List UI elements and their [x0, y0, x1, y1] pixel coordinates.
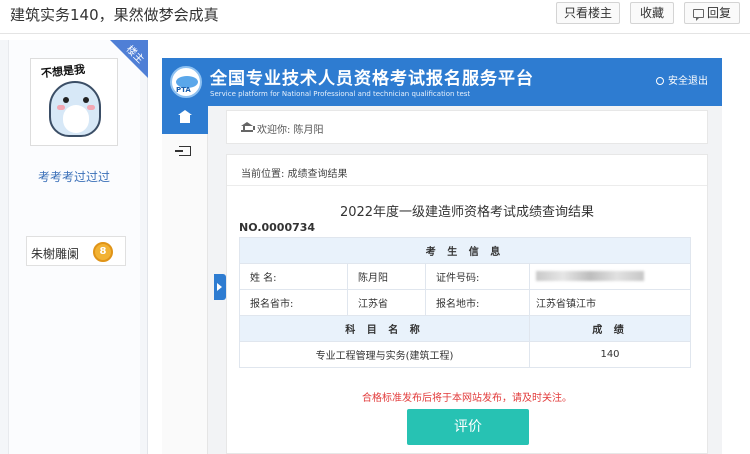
- favorite-button[interactable]: 收藏: [630, 2, 674, 24]
- only-author-button[interactable]: 只看楼主: [556, 2, 620, 24]
- nav-home[interactable]: [162, 106, 208, 134]
- home-icon: [178, 110, 192, 123]
- evaluate-button[interactable]: 评价: [407, 409, 529, 445]
- platform-subtitle: Service platform for National Profession…: [210, 90, 471, 98]
- score-header: 成 绩: [529, 315, 691, 342]
- user-column: 楼主 不想是我 考考考过过过 朱榭雕阑 8: [0, 40, 148, 454]
- candidate-info-header: 考 生 信 息: [239, 237, 691, 264]
- region-label: 报名地市:: [425, 289, 530, 316]
- level-name: 朱榭雕阑: [31, 247, 80, 261]
- notice-text: 合格标准发布后将于本网站发布，请及时关注。: [362, 393, 572, 404]
- result-title: 2022年度一级建造师资格考试成绩查询结果: [339, 205, 595, 220]
- sign-out-icon[interactable]: [175, 146, 191, 156]
- breadcrumb: 当前位置: 成绩查询结果: [241, 169, 348, 180]
- table-row: 科 目 名 称 成 绩: [239, 315, 691, 342]
- id-value-redacted: [529, 263, 691, 290]
- score-value: 140: [529, 341, 691, 368]
- region-value: 江苏省镇江市: [529, 289, 691, 316]
- result-screenshot: PTA 全国专业技术人员资格考试报名服务平台 Service platform …: [162, 58, 722, 454]
- id-label: 证件号码:: [425, 263, 530, 290]
- side-nav: [162, 106, 208, 454]
- result-table: 考 生 信 息 姓 名: 陈月阳 证件号码: 报名省市: 江苏省 报名地市: 江…: [239, 237, 691, 368]
- divider: [227, 185, 707, 186]
- welcome-text: 欢迎你: 陈月阳: [257, 125, 324, 136]
- redaction-blur: [536, 271, 644, 281]
- post-header: 建筑实务140，果然做梦会成真 只看楼主 收藏 回复: [0, 0, 750, 34]
- table-row: 报名省市: 江苏省 报名地市: 江苏省镇江市: [239, 289, 691, 316]
- sidebar-collapse-toggle[interactable]: [214, 274, 226, 300]
- avatar-caption: 不想是我: [40, 62, 86, 81]
- avatar-blush-right: [87, 105, 95, 110]
- province-value: 江苏省: [347, 289, 426, 316]
- platform-logo-icon: PTA: [170, 66, 202, 98]
- subject-name: 专业工程管理与实务(建筑工程): [239, 341, 530, 368]
- subject-header: 科 目 名 称: [239, 315, 530, 342]
- avatar-belly: [63, 105, 89, 133]
- serial-number: NO.0000734: [239, 221, 316, 234]
- name-label: 姓 名:: [239, 263, 348, 290]
- welcome-bar: 欢迎你: 陈月阳: [226, 110, 708, 144]
- institution-icon: [241, 122, 255, 132]
- user-level[interactable]: 朱榭雕阑 8: [26, 236, 126, 266]
- table-row: 考 生 信 息: [239, 237, 691, 264]
- power-icon: [656, 77, 664, 85]
- platform-banner: PTA 全国专业技术人员资格考试报名服务平台 Service platform …: [162, 58, 722, 106]
- name-value: 陈月阳: [347, 263, 426, 290]
- avatar-blush-left: [57, 105, 65, 110]
- table-row: 专业工程管理与实务(建筑工程) 140: [239, 341, 691, 368]
- avatar-eye-right: [83, 97, 89, 103]
- platform-title: 全国专业技术人员资格考试报名服务平台: [210, 69, 534, 89]
- avatar[interactable]: 不想是我: [30, 58, 118, 146]
- province-label: 报名省市:: [239, 289, 348, 316]
- avatar-character: [49, 81, 101, 137]
- avatar-eye-left: [63, 97, 69, 103]
- level-badge: 8: [93, 242, 113, 262]
- reply-label: 回复: [706, 6, 731, 20]
- username-link[interactable]: 考考考过过过: [0, 168, 148, 185]
- result-panel: 当前位置: 成绩查询结果 2022年度一级建造师资格考试成绩查询结果 NO.00…: [226, 154, 708, 454]
- author-badge-label: 楼主: [123, 43, 146, 66]
- reply-button[interactable]: 回复: [684, 2, 740, 24]
- post-title: 建筑实务140，果然做梦会成真: [10, 6, 219, 24]
- logout-link[interactable]: 安全退出: [656, 72, 708, 87]
- logo-text: PTA: [176, 86, 191, 94]
- comment-icon: [692, 9, 704, 21]
- table-row: 姓 名: 陈月阳 证件号码:: [239, 263, 691, 290]
- logout-label: 安全退出: [668, 76, 708, 87]
